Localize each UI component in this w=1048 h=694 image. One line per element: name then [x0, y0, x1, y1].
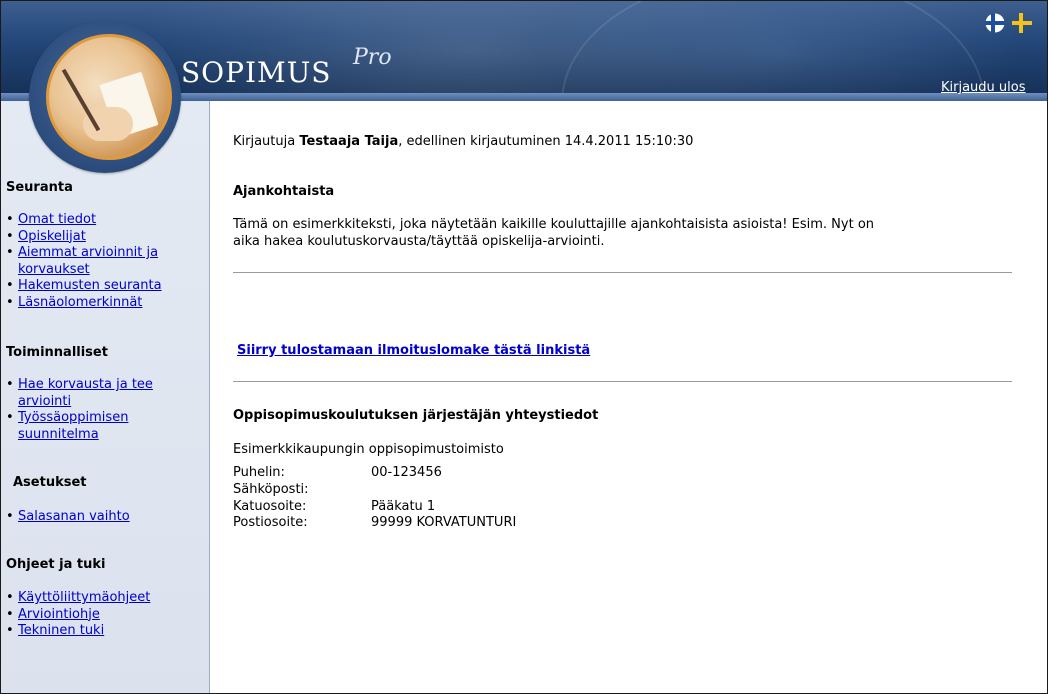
postal-address-label: Postiosoite:	[233, 515, 308, 530]
divider-1	[233, 272, 1012, 273]
organization-name: Esimerkkikaupungin oppisopimustoimisto	[233, 442, 504, 457]
login-info: Kirjautuja Testaaja Taija, edellinen kir…	[233, 134, 693, 149]
sidebar-item-lasnaolomerkinnat: Läsnäolomerkinnät	[6, 295, 201, 312]
sidebar-list-asetukset: Salasanan vaihto	[6, 509, 201, 526]
sidebar-section-title-toiminnalliset: Toiminnalliset	[6, 345, 108, 360]
sidebar-item-hakemusten-seuranta: Hakemusten seuranta	[6, 278, 201, 295]
salasanan-vaihto-link[interactable]: Salasanan vaihto	[18, 509, 130, 524]
brand-name: SOPIMUS	[181, 56, 332, 89]
hae-korvausta-link[interactable]: Hae korvausta ja tee arviointi	[18, 377, 153, 409]
tyossaoppimisen-suunnitelma-link[interactable]: Työssäoppimisen suunnitelma	[18, 410, 128, 442]
omat-tiedot-link[interactable]: Omat tiedot	[18, 212, 96, 227]
form-link-container: Siirry tulostamaan ilmoituslomake tästä …	[237, 343, 590, 358]
sidebar: Seuranta Omat tiedot Opiskelijat Aiemmat…	[1, 101, 210, 693]
arviointiohje-link[interactable]: Arviointiohje	[18, 607, 100, 622]
sidebar-section-title-asetukset: Asetukset	[13, 475, 87, 490]
phone-label: Puhelin:	[233, 465, 285, 480]
sidebar-item-arviointiohje: Arviointiohje	[6, 607, 201, 624]
sidebar-item-tekninen-tuki: Tekninen tuki	[6, 623, 201, 640]
lasnaolomerkinnat-link[interactable]: Läsnäolomerkinnät	[18, 295, 142, 310]
sidebar-item-tyossaoppimisen-suunnitelma: Työssäoppimisen suunnitelma	[6, 410, 201, 443]
news-text-line-1: Tämä on esimerkkiteksti, joka näytetään …	[233, 217, 875, 232]
sweden-flag-icon[interactable]	[1012, 13, 1032, 33]
login-prefix: Kirjautuja	[233, 134, 300, 149]
sidebar-item-salasanan-vaihto: Salasanan vaihto	[6, 509, 201, 526]
street-address-value: Pääkatu 1	[371, 499, 436, 514]
user-name: Testaaja Taija	[299, 134, 399, 149]
pen-illustration	[61, 68, 101, 132]
aiemmat-arvioinnit-link[interactable]: Aiemmat arvioinnit ja korvaukset	[18, 245, 158, 277]
tekninen-tuki-link[interactable]: Tekninen tuki	[18, 623, 104, 638]
postal-address-value: 99999 KORVATUNTURI	[371, 515, 517, 530]
writing-hand-image	[46, 34, 172, 160]
sidebar-list-toiminnalliset: Hae korvausta ja tee arviointi Työssäopp…	[6, 377, 201, 443]
sidebar-section-title-seuranta: Seuranta	[6, 180, 73, 195]
phone-value: 00-123456	[371, 465, 442, 480]
brand-suffix: Pro	[353, 45, 392, 70]
sidebar-section-title-ohjeet: Ohjeet ja tuki	[6, 557, 106, 572]
opiskelijat-link[interactable]: Opiskelijat	[18, 229, 86, 244]
hakemusten-seuranta-link[interactable]: Hakemusten seuranta	[18, 278, 162, 293]
kayttoliittymaohjeet-link[interactable]: Käyttöliittymäohjeet	[18, 590, 150, 605]
main-content: Kirjautuja Testaaja Taija, edellinen kir…	[210, 101, 1047, 693]
sidebar-item-omat-tiedot: Omat tiedot	[6, 212, 201, 229]
header-decorative-arc	[561, 1, 985, 101]
sidebar-item-aiemmat-arvioinnit: Aiemmat arvioinnit ja korvaukset	[6, 245, 201, 278]
street-address-label: Katuosoite:	[233, 499, 307, 514]
sidebar-item-opiskelijat: Opiskelijat	[6, 229, 201, 246]
email-label: Sähköposti:	[233, 482, 309, 497]
sidebar-list-seuranta: Omat tiedot Opiskelijat Aiemmat arvioinn…	[6, 212, 201, 311]
app-window: SOPIMUS Pro Kirjaudu ulos Seuranta Omat …	[0, 0, 1048, 694]
sidebar-item-hae-korvausta: Hae korvausta ja tee arviointi	[6, 377, 201, 410]
contact-title: Oppisopimuskoulutuksen järjestäjän yhtey…	[233, 408, 599, 423]
login-suffix: , edellinen kirjautuminen 14.4.2011 15:1…	[398, 134, 694, 149]
sidebar-item-kayttoliittymaohjeet: Käyttöliittymäohjeet	[6, 590, 201, 607]
print-form-link[interactable]: Siirry tulostamaan ilmoituslomake tästä …	[237, 343, 590, 358]
divider-2	[233, 381, 1012, 382]
sidebar-list-ohjeet: Käyttöliittymäohjeet Arviointiohje Tekni…	[6, 590, 201, 640]
news-title: Ajankohtaista	[233, 184, 335, 199]
logout-link[interactable]: Kirjaudu ulos	[941, 80, 1026, 95]
news-text-line-2: aika hakea koulutuskorvausta/täyttää opi…	[233, 234, 605, 249]
finland-flag-icon[interactable]	[985, 13, 1005, 33]
